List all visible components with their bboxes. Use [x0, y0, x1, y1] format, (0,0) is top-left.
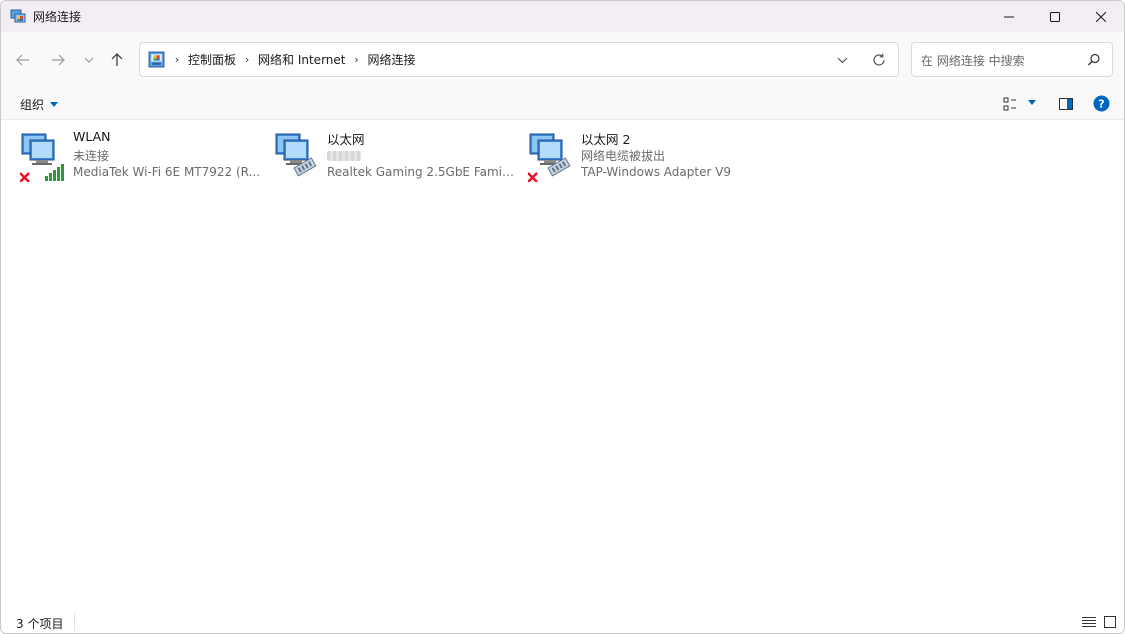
network-connections-icon — [10, 9, 26, 23]
ethernet-network-icon — [528, 133, 571, 182]
connection-adapter: TAP-Windows Adapter V9 — [581, 165, 732, 179]
search-placeholder: 在 网络连接 中搜索 — [921, 54, 1025, 68]
control-panel-icon — [148, 51, 165, 68]
refresh-button[interactable] — [869, 51, 889, 69]
address-dropdown-button[interactable] — [832, 52, 852, 68]
ethernet-network-icon — [275, 133, 317, 177]
connection-status: 未连接 — [73, 149, 110, 163]
connection-name: 以太网 — [327, 132, 365, 147]
minimize-icon — [1004, 16, 1014, 17]
minimize-button[interactable] — [986, 1, 1032, 32]
arrow-up-icon — [111, 53, 123, 66]
chevron-down-icon — [837, 57, 847, 63]
maximize-button[interactable] — [1032, 1, 1078, 32]
disconnected-x-icon — [528, 172, 538, 182]
preview-pane-icon[interactable] — [1058, 96, 1074, 112]
chevron-right-icon[interactable]: › — [240, 53, 254, 66]
status-bar: 3 个项目 — [1, 609, 1124, 633]
search-icon — [1088, 53, 1100, 66]
details-view-icon[interactable] — [1082, 616, 1096, 628]
connection-name: WLAN — [73, 129, 111, 144]
connection-adapter: Realtek Gaming 2.5GbE Family... — [327, 165, 517, 179]
recent-locations-button[interactable] — [77, 46, 101, 74]
command-bar: 组织 ? — [1, 88, 1124, 120]
disconnected-x-icon — [20, 172, 30, 182]
organize-button[interactable]: 组织 — [20, 96, 59, 113]
close-icon — [1096, 11, 1106, 22]
chevron-right-icon[interactable]: › — [349, 53, 363, 66]
connection-item-ethernet[interactable]: 以太网 Realtek Gaming 2.5GbE Family... — [274, 127, 524, 183]
refresh-icon — [873, 53, 885, 66]
help-icon[interactable]: ? — [1093, 95, 1110, 112]
arrow-left-icon — [16, 54, 29, 66]
maximize-icon — [1050, 11, 1060, 22]
back-button[interactable] — [11, 46, 35, 74]
status-divider — [74, 613, 75, 631]
item-count: 3 个项目 — [16, 617, 64, 631]
connection-status-redacted — [327, 151, 361, 161]
connection-status: 网络电缆被拔出 — [581, 149, 666, 163]
view-options-icon[interactable] — [1003, 96, 1019, 112]
breadcrumb-network-internet[interactable]: 网络和 Internet — [254, 51, 349, 68]
connection-item-ethernet-2[interactable]: 以太网 2 网络电缆被拔出 TAP-Windows Adapter V9 — [528, 127, 778, 183]
window: 网络连接 › 控制面板 › 网络和 Internet › 网络连接 在 网络连接… — [0, 0, 1125, 634]
large-icons-view-icon[interactable] — [1103, 615, 1117, 629]
chevron-down-icon — [84, 57, 94, 63]
forward-button[interactable] — [46, 46, 70, 74]
svg-text:?: ? — [1098, 98, 1104, 111]
address-bar[interactable]: › 控制面板 › 网络和 Internet › 网络连接 — [139, 42, 899, 77]
connections-list: WLAN 未连接 MediaTek Wi-Fi 6E MT7922 (R... — [1, 121, 1124, 609]
window-title: 网络连接 — [33, 10, 82, 24]
caret-down-icon[interactable] — [1027, 99, 1037, 107]
breadcrumb: › 控制面板 › 网络和 Internet › 网络连接 — [170, 43, 420, 76]
wifi-network-icon — [20, 133, 64, 182]
organize-label: 组织 — [20, 98, 45, 112]
caret-down-icon — [50, 102, 59, 107]
connection-name: 以太网 2 — [581, 132, 631, 147]
breadcrumb-network-connections[interactable]: 网络连接 — [363, 51, 419, 68]
connection-adapter: MediaTek Wi-Fi 6E MT7922 (R... — [73, 165, 261, 179]
up-button[interactable] — [105, 46, 129, 74]
title-bar: 网络连接 — [1, 1, 1124, 32]
close-button[interactable] — [1078, 1, 1124, 32]
connection-item-wlan[interactable]: WLAN 未连接 MediaTek Wi-Fi 6E MT7922 (R... — [20, 127, 270, 183]
arrow-right-icon — [52, 54, 65, 66]
chevron-right-icon[interactable]: › — [170, 53, 184, 66]
breadcrumb-control-panel[interactable]: 控制面板 — [184, 51, 240, 68]
search-input[interactable]: 在 网络连接 中搜索 — [911, 42, 1113, 77]
navigation-bar: › 控制面板 › 网络和 Internet › 网络连接 在 网络连接 中搜索 — [1, 32, 1124, 88]
